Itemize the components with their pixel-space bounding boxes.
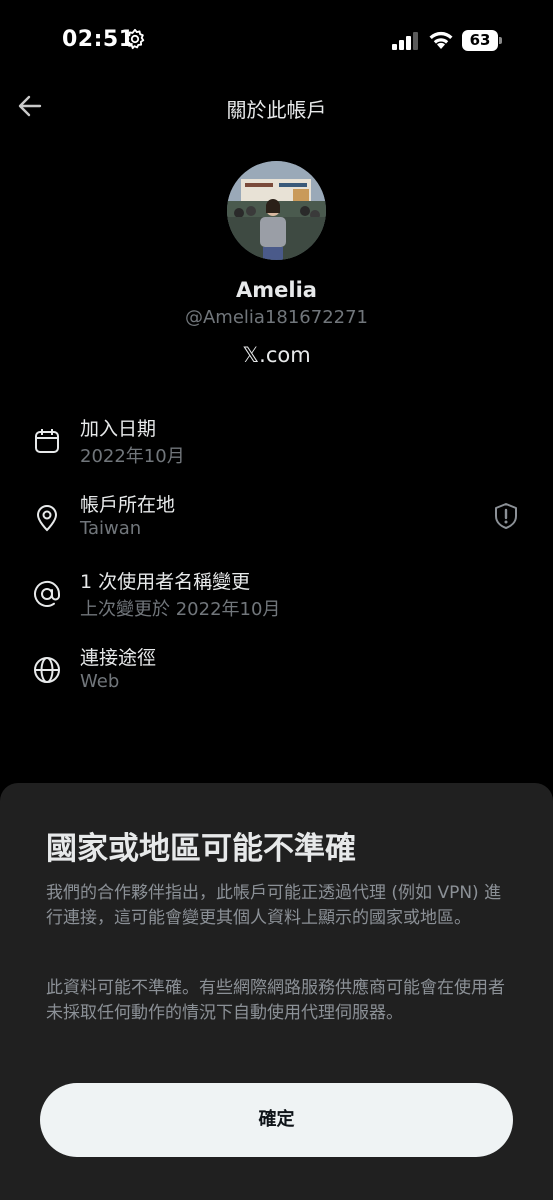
at-sign-icon xyxy=(34,580,61,607)
info-row-join-date: 加入日期 2022年10月 xyxy=(30,414,530,474)
signal-icon xyxy=(392,32,418,50)
profile-avatar[interactable] xyxy=(227,161,326,260)
gear-icon xyxy=(125,28,145,50)
shield-alert-icon[interactable] xyxy=(493,502,519,530)
battery-tip xyxy=(499,37,502,44)
location-pin-icon xyxy=(36,505,58,532)
row-title: 加入日期 xyxy=(80,418,157,440)
calendar-icon xyxy=(35,429,59,453)
sheet-paragraph-2: 此資料可能不準確。有些網際網路服務供應商可能會在使用者未採取任何動作的情況下自動… xyxy=(46,978,505,1023)
row-title: 帳戶所在地 xyxy=(80,494,176,516)
row-subtitle: Web xyxy=(80,671,120,692)
battery-indicator: 63 xyxy=(462,30,502,51)
row-subtitle: Taiwan xyxy=(80,518,142,539)
battery-level: 63 xyxy=(462,30,498,51)
row-title: 1 次使用者名稱變更 xyxy=(80,571,251,593)
row-subtitle: 2022年10月 xyxy=(80,446,185,467)
sheet-title: 國家或地區可能不準確 xyxy=(46,831,356,867)
wifi-icon xyxy=(429,31,453,49)
profile-name: Amelia xyxy=(236,278,317,302)
profile-handle: @Amelia181672271 xyxy=(184,307,369,328)
sheet-paragraph-1: 我們的合作夥伴指出，此帳戶可能正透過代理 (例如 VPN) 進行連接，這可能會變… xyxy=(46,883,502,928)
info-row-username-changes: 1 次使用者名稱變更 上次變更於 2022年10月 xyxy=(30,567,530,627)
page-title: 關於此帳戶 xyxy=(226,98,327,122)
bottom-sheet: 國家或地區可能不準確 我們的合作夥伴指出，此帳戶可能正透過代理 (例如 VPN)… xyxy=(0,783,553,1200)
info-row-location: 帳戶所在地 Taiwan xyxy=(30,490,530,550)
row-title: 連接途徑 xyxy=(80,647,157,669)
confirm-button[interactable]: 確定 xyxy=(40,1083,513,1157)
row-subtitle: 上次變更於 2022年10月 xyxy=(80,599,281,620)
info-row-connected-via: 連接途徑 Web xyxy=(30,643,530,703)
status-bar: 02:51 63 xyxy=(0,0,553,80)
globe-icon xyxy=(34,657,60,683)
site-label: 𝕏.com xyxy=(242,343,311,367)
